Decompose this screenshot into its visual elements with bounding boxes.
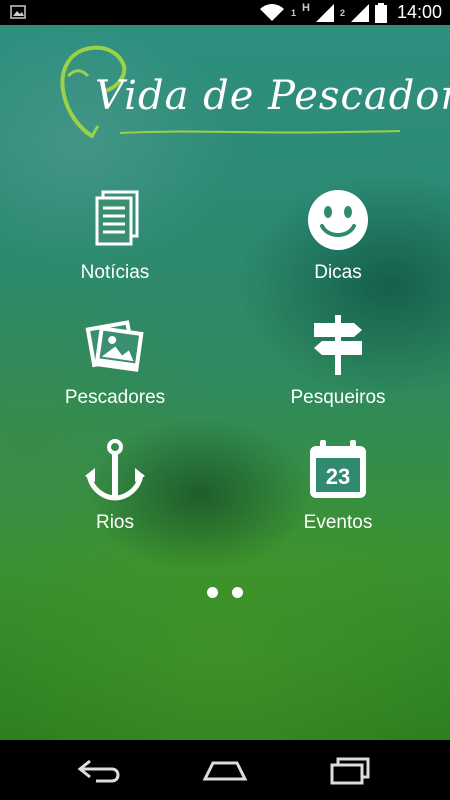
status-bar: 1 H 2 14:00	[0, 0, 450, 25]
menu-item-dicas[interactable]: Dicas	[253, 180, 423, 290]
menu-item-noticias[interactable]: Notícias	[30, 180, 200, 290]
menu-item-rios[interactable]: Rios	[30, 430, 200, 540]
recents-icon[interactable]	[326, 755, 374, 785]
logo-underline	[120, 130, 400, 134]
page-dot-2[interactable]	[232, 587, 244, 598]
main-screen: Vida de Pescador Notícias Dicas Pescador…	[0, 25, 450, 740]
page-indicator	[0, 585, 450, 603]
menu-label-dicas: Dicas	[314, 262, 362, 283]
clock: 14:00	[396, 2, 442, 22]
menu-item-pesqueiros[interactable]: Pesqueiros	[253, 305, 423, 415]
anchor-icon	[85, 439, 145, 501]
battery-icon	[374, 2, 387, 23]
news-icon	[95, 190, 139, 246]
sim1-label: 1	[290, 7, 296, 18]
smiley-icon	[308, 190, 368, 250]
photos-icon	[85, 320, 144, 372]
menu-label-pesqueiros: Pesqueiros	[290, 387, 386, 408]
menu-label-noticias: Notícias	[80, 262, 150, 283]
calendar-day: 23	[326, 464, 350, 489]
signal-icon	[350, 3, 369, 22]
signpost-icon	[314, 315, 362, 375]
navigation-bar	[0, 740, 450, 800]
menu-label-pescadores: Pescadores	[64, 387, 166, 408]
signal-icon	[315, 3, 334, 22]
wifi-icon	[259, 3, 284, 21]
app-logo: Vida de Pescador	[0, 25, 450, 145]
menu-label-rios: Rios	[95, 512, 134, 533]
image-icon	[10, 5, 26, 19]
sim2-label: 2	[339, 7, 345, 18]
menu-label-eventos: Eventos	[303, 512, 373, 533]
menu-item-eventos[interactable]: 23 Eventos	[253, 430, 423, 540]
calendar-icon: 23	[310, 440, 366, 498]
network-type-label: H	[301, 1, 310, 14]
app-title: Vida de Pescador	[95, 73, 450, 119]
page-dot-1[interactable]	[206, 587, 218, 598]
home-icon[interactable]	[201, 755, 249, 785]
back-icon[interactable]	[76, 755, 124, 785]
menu-item-pescadores[interactable]: Pescadores	[30, 305, 200, 415]
